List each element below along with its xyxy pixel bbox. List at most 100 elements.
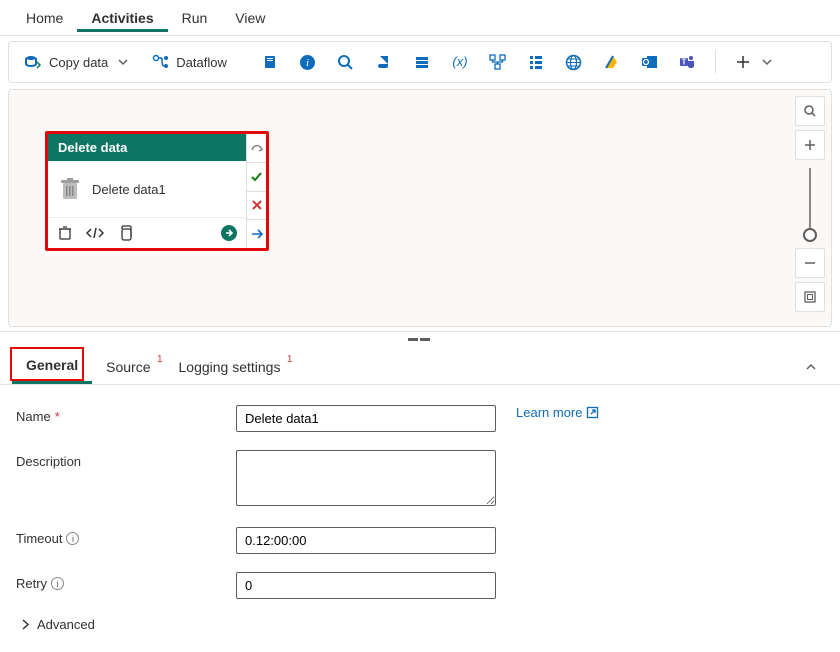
zoom-in-button[interactable] <box>795 130 825 160</box>
info-icon[interactable]: i <box>66 532 79 545</box>
search-tool-button[interactable] <box>329 49 363 75</box>
info-icon: i <box>299 53 317 71</box>
pipeline-tool-button[interactable] <box>481 49 515 75</box>
canvas-search-button[interactable] <box>795 96 825 126</box>
trash-icon <box>58 177 82 201</box>
dataflow-button[interactable]: Dataflow <box>144 49 235 75</box>
list-tool-button[interactable] <box>519 49 553 75</box>
tab-source-error-badge: 1 <box>157 354 163 365</box>
nav-home[interactable]: Home <box>12 4 77 32</box>
chevron-right-icon <box>20 619 31 630</box>
canvas-container: Delete data Delete data1 <box>8 89 832 327</box>
plus-icon <box>734 53 752 71</box>
zoom-slider-thumb[interactable] <box>803 228 817 242</box>
search-icon <box>337 53 355 71</box>
connector-skip[interactable] <box>247 134 266 163</box>
dataflow-icon <box>152 53 170 71</box>
description-label: Description <box>16 450 236 469</box>
panel-tabs: General Source 1 Logging settings 1 <box>0 345 840 385</box>
tab-source-label: Source <box>106 359 150 375</box>
code-action-icon[interactable] <box>86 224 104 242</box>
outlook-tool-button[interactable] <box>633 49 667 75</box>
copy-action-icon[interactable] <box>116 224 134 242</box>
nav-activities[interactable]: Activities <box>77 4 167 32</box>
chevron-down-icon <box>758 53 776 71</box>
row-timeout: Timeout i <box>16 527 824 554</box>
add-activity-button[interactable] <box>726 49 784 75</box>
variable-tool-button[interactable]: (x) <box>443 49 477 75</box>
toolbar-separator <box>715 50 716 74</box>
script-icon <box>375 53 393 71</box>
svg-text:T: T <box>682 58 687 67</box>
activity-node-body: Delete data1 <box>48 161 246 218</box>
activity-node-connectors <box>246 134 266 248</box>
top-nav: Home Activities Run View <box>0 0 840 36</box>
name-label: Name* <box>16 405 236 424</box>
zoom-out-button[interactable] <box>795 248 825 278</box>
timeout-label: Timeout i <box>16 527 236 546</box>
globe-icon <box>565 53 583 71</box>
dataflow-label: Dataflow <box>176 55 227 70</box>
teams-icon: T <box>679 53 697 71</box>
fit-screen-button[interactable] <box>795 282 825 312</box>
outlook-icon <box>641 53 659 71</box>
properties-panel: ▬▬ General Source 1 Logging settings 1 N… <box>0 331 840 652</box>
advanced-toggle[interactable]: Advanced <box>16 617 824 632</box>
copy-data-button[interactable]: Copy data <box>17 49 140 75</box>
row-retry: Retry i <box>16 572 824 599</box>
panel-collapse-button[interactable] <box>794 354 828 380</box>
connector-success[interactable] <box>247 163 266 192</box>
activity-node-label: Delete data1 <box>92 182 166 197</box>
variable-icon: (x) <box>451 53 469 71</box>
learn-more-link[interactable]: Learn more <box>516 405 599 420</box>
activity-node: Delete data Delete data1 <box>48 134 246 248</box>
toolbar: Copy data Dataflow i <box>8 41 832 83</box>
activity-node-selected[interactable]: Delete data Delete data1 <box>45 131 269 251</box>
tab-general[interactable]: General <box>12 349 92 384</box>
delete-action-icon[interactable] <box>56 224 74 242</box>
function-tool-button[interactable] <box>595 49 629 75</box>
retry-input[interactable] <box>236 572 496 599</box>
timeout-input[interactable] <box>236 527 496 554</box>
svg-text:i: i <box>306 57 309 69</box>
copy-data-icon <box>25 53 43 71</box>
notebook-icon <box>261 53 279 71</box>
tab-logging-label: Logging settings <box>179 359 281 375</box>
learn-more-label: Learn more <box>516 405 582 420</box>
tab-source[interactable]: Source 1 <box>92 351 164 383</box>
copy-data-label: Copy data <box>49 55 108 70</box>
panel-resize-grip[interactable]: ▬▬ <box>0 332 840 345</box>
nav-view[interactable]: View <box>221 4 279 32</box>
activity-node-header: Delete data <box>48 134 246 161</box>
list-icon <box>527 53 545 71</box>
chevron-down-icon <box>114 53 132 71</box>
tab-general-label: General <box>26 357 78 373</box>
retry-label: Retry i <box>16 572 236 591</box>
svg-text:(x): (x) <box>452 54 467 69</box>
info-icon[interactable]: i <box>51 577 64 590</box>
tab-logging-settings[interactable]: Logging settings 1 <box>165 351 295 383</box>
connector-completion[interactable] <box>247 220 266 248</box>
canvas-controls <box>795 96 825 312</box>
nav-run[interactable]: Run <box>168 4 222 32</box>
advanced-label: Advanced <box>37 617 95 632</box>
name-input[interactable] <box>236 405 496 432</box>
script-tool-button[interactable] <box>367 49 401 75</box>
external-link-icon <box>586 406 599 419</box>
zoom-slider[interactable] <box>809 168 811 240</box>
teams-tool-button[interactable]: T <box>671 49 705 75</box>
data-tool-button[interactable] <box>405 49 439 75</box>
function-icon <box>603 53 621 71</box>
web-tool-button[interactable] <box>557 49 591 75</box>
toolbar-container: Copy data Dataflow i <box>0 36 840 83</box>
row-name: Name* Learn more <box>16 405 824 432</box>
notebook-tool-button[interactable] <box>253 49 287 75</box>
description-textarea[interactable] <box>236 450 496 506</box>
info-tool-button[interactable]: i <box>291 49 325 75</box>
run-action-icon[interactable] <box>220 224 238 242</box>
pipeline-icon <box>489 53 507 71</box>
connector-fail[interactable] <box>247 192 266 221</box>
pipeline-canvas[interactable]: Delete data Delete data1 <box>8 89 832 327</box>
row-description: Description <box>16 450 824 509</box>
database-icon <box>413 53 431 71</box>
